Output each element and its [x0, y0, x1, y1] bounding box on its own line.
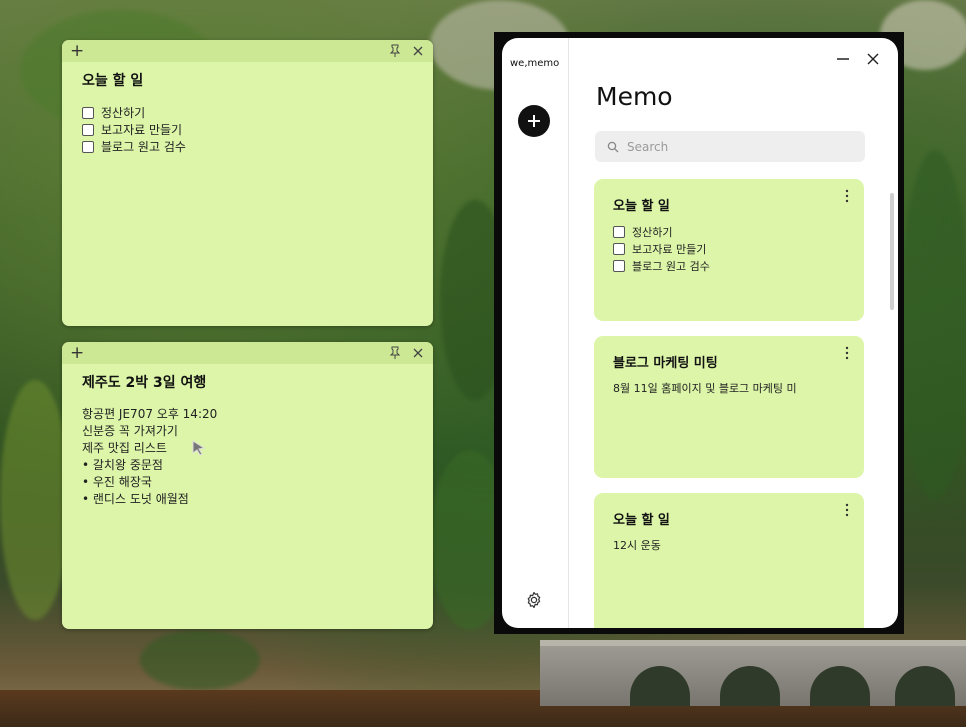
sticky-titlebar[interactable]: + [62, 342, 433, 364]
checklist-item[interactable]: 정산하기 [82, 104, 413, 121]
minimize-icon[interactable] [836, 52, 850, 66]
plus-icon [528, 115, 540, 127]
close-icon[interactable] [411, 346, 425, 360]
memo-card-title: 오늘 할 일 [613, 513, 670, 528]
scrollbar-thumb[interactable] [890, 193, 894, 310]
note-line: 항공편 JE707 오후 14:20 [82, 407, 218, 421]
checkbox[interactable] [82, 123, 94, 136]
brand-logo: we,memo [510, 58, 560, 69]
stone-bridge [540, 640, 966, 706]
search-bar[interactable] [595, 131, 865, 162]
checkbox[interactable] [82, 106, 94, 119]
note-line: • 랜디스 도넛 애월점 [82, 492, 189, 506]
checkbox[interactable] [613, 242, 625, 255]
note-line: 신분증 꼭 가져가기 [82, 424, 178, 438]
search-icon [607, 141, 619, 152]
note-title: 오늘 할 일 [82, 73, 144, 89]
new-note-icon[interactable]: + [70, 344, 84, 362]
pin-icon[interactable] [388, 346, 402, 360]
memo-card-title: 오늘 할 일 [613, 199, 670, 214]
checkbox[interactable] [613, 259, 625, 272]
close-icon[interactable] [411, 44, 425, 58]
sticky-note-jeju-trip[interactable]: + 제주도 2박 3일 여행 항공편 JE707 오후 14:20 신분증 꼭 … [62, 342, 433, 629]
note-line: • 갈치왕 중문점 [82, 458, 163, 472]
checkbox[interactable] [613, 225, 625, 238]
checklist-item[interactable]: 보고자료 만들기 [82, 121, 413, 138]
memo-card-text: 12시 운동 [613, 539, 661, 552]
more-options-icon[interactable] [842, 346, 852, 360]
more-options-icon[interactable] [842, 189, 852, 203]
add-memo-button[interactable] [518, 105, 550, 137]
sticky-titlebar[interactable]: + [62, 40, 433, 62]
pin-icon[interactable] [388, 44, 402, 58]
more-options-icon[interactable] [842, 503, 852, 517]
side-rail: we,memo [502, 38, 569, 628]
close-icon[interactable] [866, 52, 880, 66]
memo-card-text: 8월 11일 홈페이지 및 블로그 마케팅 미 [613, 382, 797, 395]
memo-card[interactable]: 블로그 마케팅 미팅 8월 11일 홈페이지 및 블로그 마케팅 미 [594, 336, 864, 478]
note-title: 제주도 2박 3일 여행 [82, 375, 207, 391]
note-line: • 우진 해장국 [82, 475, 152, 489]
mouse-cursor-icon [192, 440, 206, 456]
memo-app-window: we,memo Memo 오늘 할 일 정산하기 보고자료 만들기 블로그 원고… [502, 38, 898, 628]
settings-gear-icon[interactable] [525, 591, 543, 609]
checklist-item[interactable]: 정산하기 [613, 223, 710, 240]
memo-card-title: 블로그 마케팅 미팅 [613, 356, 718, 371]
sticky-note-todo[interactable]: + 오늘 할 일 정산하기 보고자료 만들기 블로그 원고 검수 [62, 40, 433, 326]
checklist-item[interactable]: 블로그 원고 검수 [82, 138, 413, 155]
memo-card[interactable]: 오늘 할 일 12시 운동 [594, 493, 864, 628]
note-line: 제주 맛집 리스트 [82, 441, 167, 455]
memo-card[interactable]: 오늘 할 일 정산하기 보고자료 만들기 블로그 원고 검수 [594, 179, 864, 321]
new-note-icon[interactable]: + [70, 42, 84, 60]
checklist-item[interactable]: 블로그 원고 검수 [613, 257, 710, 274]
checklist-item[interactable]: 보고자료 만들기 [613, 240, 710, 257]
page-title: Memo [596, 82, 673, 111]
checkbox[interactable] [82, 140, 94, 153]
search-input[interactable] [625, 138, 849, 155]
